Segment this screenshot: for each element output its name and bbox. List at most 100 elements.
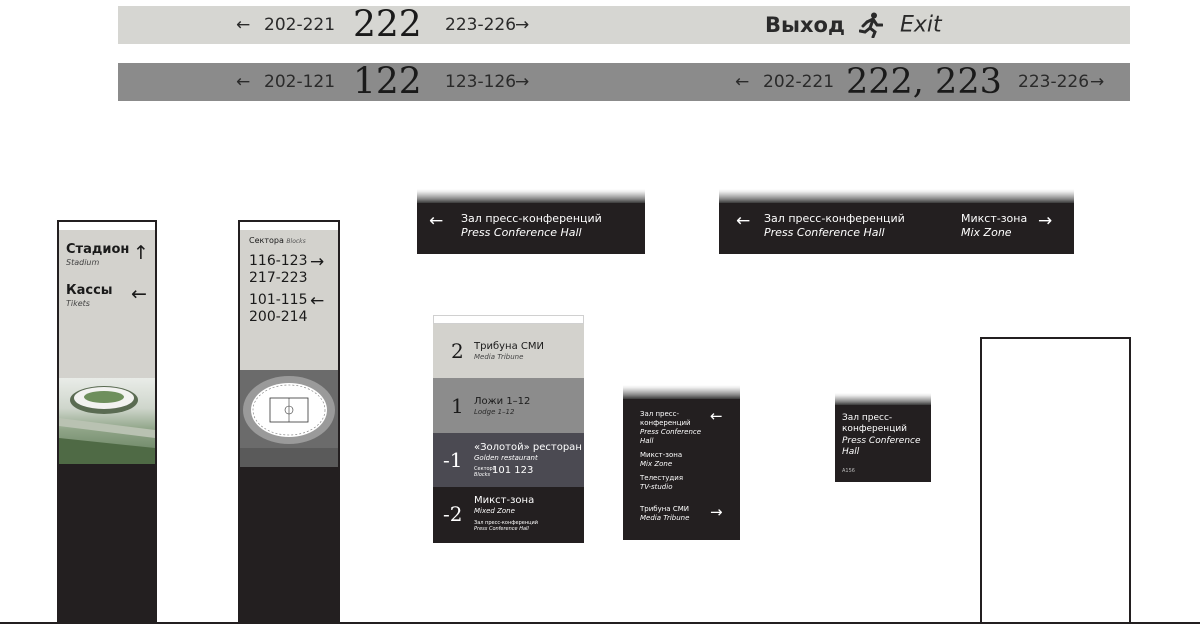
- floor-row-m1: -1 «Золотой» ресторан Golden restaurant …: [433, 433, 584, 487]
- sign-body: ← Зал пресс-конференций Press Conference…: [719, 203, 1074, 254]
- floor-number: -2: [443, 502, 463, 526]
- pylon-panel: Стадион Stadium ↑ Кассы Tikets ←: [59, 230, 155, 380]
- arrow-left-icon: ←: [310, 291, 325, 311]
- tickets-label-en: Tikets: [66, 299, 90, 308]
- sectors-range: 101 123: [492, 465, 534, 476]
- banner-top: ← 202-221 222 223-226 → Выход Exit: [118, 4, 1130, 46]
- floor-label-en: Lodge 1–12: [474, 408, 515, 416]
- range-label: 123-126: [445, 72, 517, 92]
- banner-bottom: ← 202-121 122 123-126 → ← 202-221 222, 2…: [118, 61, 1130, 103]
- tv-studio-label-en: TV-studio: [640, 483, 673, 491]
- sector-range: 116-123: [249, 253, 308, 269]
- floor-sub-label-en: Press Conference Hall: [474, 526, 529, 532]
- hanging-sign-press-hall: ← Зал пресс-конференций Press Conference…: [417, 189, 645, 254]
- sign-body: ← Зал пресс-конференций Press Conference…: [417, 203, 645, 254]
- floor-line: [0, 622, 1200, 624]
- media-tribune-label-en: Media Tribune: [640, 514, 690, 522]
- room-code: A156: [842, 468, 855, 474]
- running-man-icon: [858, 12, 884, 39]
- range-label: 223-226: [1018, 72, 1090, 92]
- room-number: 222: [353, 4, 422, 46]
- pylon-top-strip: [240, 222, 338, 230]
- stadium-label-ru: Стадион: [66, 242, 130, 257]
- floor-row-2: 2 Трибуна СМИ Media Tribune: [433, 324, 584, 378]
- signage-sheet: { "banner_top": { "left_arrow": "←", "le…: [0, 0, 1200, 626]
- arrow-left-icon: ←: [131, 283, 147, 305]
- floor-label-en: Mixed Zone: [474, 507, 515, 515]
- directory-top-strip: [433, 315, 584, 324]
- pylon-sectors: Сектора Blocks 116-123 217-223 → 101-115…: [238, 220, 340, 623]
- press-hall-label-ru: Зал пресс-конференций: [461, 212, 602, 225]
- arrow-right-icon: →: [310, 252, 325, 272]
- arrow-up-icon: ↑: [133, 242, 149, 264]
- sector-range: 101-115: [249, 292, 308, 308]
- stadium-render-image: [59, 378, 155, 464]
- pylon-panel: Сектора Blocks 116-123 217-223 → 101-115…: [240, 230, 338, 370]
- press-hall-label-en: Press Conference Hall: [461, 226, 582, 239]
- pylon-top-strip: [59, 222, 155, 230]
- sign-gradient-top: [623, 385, 740, 399]
- sign-body: Зал пресс- конференций Press Conference …: [835, 405, 931, 482]
- door-outline: [980, 337, 1131, 624]
- press-hall-label-en: Press Conference Hall: [842, 436, 921, 457]
- arrow-left-icon: ←: [735, 72, 750, 92]
- floor-label-en: Media Tribune: [474, 353, 524, 361]
- tickets-label-ru: Кассы: [66, 283, 113, 298]
- range-label: 202-121: [264, 72, 336, 92]
- room-number: 122: [353, 61, 422, 103]
- stadium-plan-image: [240, 370, 338, 467]
- floor-directory-sign: 2 Трибуна СМИ Media Tribune 1 Ложи 1–12 …: [433, 315, 584, 543]
- arrow-right-icon: →: [515, 72, 530, 92]
- sign-gradient-top: [835, 393, 931, 405]
- mix-zone-label-en: Mix Zone: [640, 460, 673, 468]
- arrow-left-icon: ←: [710, 407, 723, 425]
- arrow-right-icon: →: [515, 15, 530, 35]
- floor-label-en: Golden restaurant: [474, 454, 538, 462]
- press-hall-label-en: Press Conference Hall: [640, 428, 702, 445]
- range-label: 202-221: [264, 15, 336, 35]
- arrow-left-icon: ←: [429, 211, 444, 231]
- press-hall-label-ru: Зал пресс- конференций: [640, 410, 691, 427]
- mix-zone-label-ru: Микст-зона: [640, 451, 683, 459]
- exit-label-ru: Выход: [765, 13, 845, 37]
- sign-gradient-top: [417, 189, 645, 203]
- sectors-header-ru: Сектора Blocks: [249, 236, 306, 245]
- floor-label-ru: Ложи 1–12: [474, 396, 531, 407]
- sign-gradient-top: [719, 189, 1074, 203]
- exit-label-en: Exit: [900, 12, 942, 38]
- floor-row-m2: -2 Микст-зона Mixed Zone Зал пресс-конфе…: [433, 487, 584, 543]
- range-label: 202-221: [763, 72, 835, 92]
- hanging-sign-double: ← Зал пресс-конференций Press Conference…: [719, 189, 1074, 254]
- tv-studio-label-ru: Телестудия: [640, 474, 684, 482]
- mix-zone-label-en: Mix Zone: [961, 226, 1012, 239]
- floor-label-ru: Трибуна СМИ: [474, 341, 544, 352]
- stadium-label-en: Stadium: [66, 258, 100, 267]
- room-number: 222, 223: [846, 62, 1002, 102]
- arrow-left-icon: ←: [236, 72, 251, 92]
- sectors-caption-en: Blocks: [474, 472, 491, 478]
- sectors-header-ru-text: Сектора: [249, 236, 284, 245]
- floor-number: 1: [451, 394, 464, 418]
- floor-number: 2: [451, 339, 464, 363]
- arrow-left-icon: ←: [236, 15, 251, 35]
- sectors-header-en: Blocks: [286, 238, 306, 245]
- floor-label-ru: «Золотой» ресторан: [474, 442, 582, 453]
- arrow-right-icon: →: [1038, 211, 1053, 231]
- door-sign-press-hall: Зал пресс- конференций Press Conference …: [835, 393, 931, 482]
- sign-body: Зал пресс- конференций Press Conference …: [623, 399, 740, 540]
- wall-directional-sign: Зал пресс- конференций Press Conference …: [623, 385, 740, 540]
- arrow-left-icon: ←: [736, 211, 751, 231]
- floor-row-1: 1 Ложи 1–12 Lodge 1–12: [433, 378, 584, 433]
- sector-range: 217-223: [249, 270, 308, 286]
- press-hall-label-ru: Зал пресс-конференций: [764, 212, 905, 225]
- sector-range: 200-214: [249, 309, 308, 325]
- arrow-right-icon: →: [1090, 72, 1105, 92]
- press-hall-label-ru: Зал пресс- конференций: [842, 413, 908, 434]
- floor-label-ru: Микст-зона: [474, 495, 535, 506]
- floor-number: -1: [443, 448, 463, 472]
- media-tribune-label-ru: Трибуна СМИ: [640, 505, 689, 513]
- pylon-stadium: Стадион Stadium ↑ Кассы Tikets ←: [57, 220, 157, 623]
- press-hall-label-en: Press Conference Hall: [764, 226, 885, 239]
- range-label: 223-226: [445, 15, 517, 35]
- mix-zone-label-ru: Микст-зона: [961, 212, 1028, 225]
